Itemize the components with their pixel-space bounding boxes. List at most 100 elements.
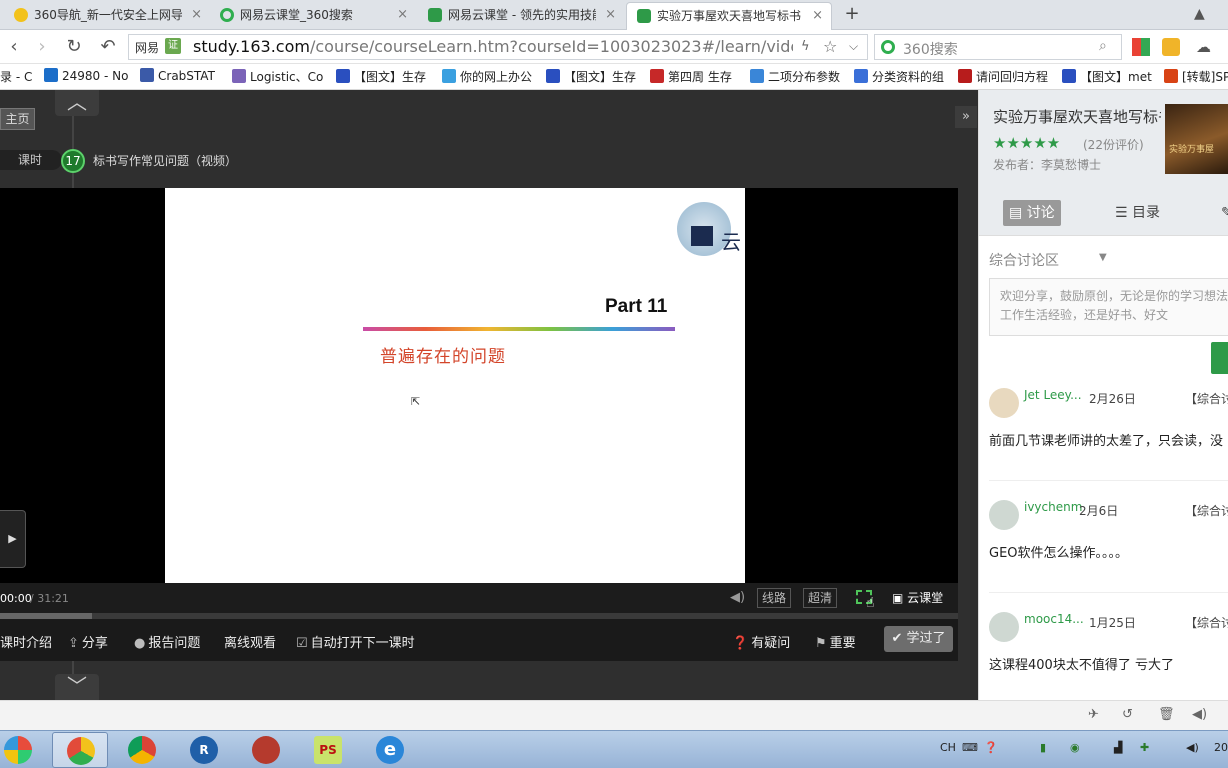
post-tag[interactable]: 【综合讨 [1185, 390, 1228, 407]
search-icon[interactable]: ⌕ [1099, 38, 1107, 54]
chevron-down-icon[interactable]: ⌵ [849, 39, 858, 54]
help-icon[interactable]: ❓ [984, 741, 998, 754]
apps-grid-icon[interactable] [1132, 38, 1150, 56]
forward-button[interactable]: › [30, 35, 54, 59]
route-button[interactable]: 线路 [757, 588, 791, 608]
important-link[interactable]: ⚑ 重要 [815, 632, 856, 651]
browser-tab-4-active[interactable]: 实验万事屋欢天喜地写标书 × [626, 2, 832, 30]
offline-link[interactable]: 离线观看 [224, 632, 276, 651]
bookmark-item[interactable]: 第四周 生存 [650, 68, 732, 85]
taskbar-ie[interactable]: e [362, 732, 418, 768]
report-link[interactable]: ● 报告问题 [134, 632, 200, 651]
lesson-intro-link[interactable]: 课时介绍 [0, 632, 52, 651]
autoplay-checkbox[interactable]: ☑ 自动打开下一课时 [296, 632, 415, 651]
bookmark-item[interactable]: [转载]SP [1164, 68, 1228, 85]
refresh-circle-icon[interactable]: ↺ [1122, 707, 1133, 722]
volume-icon[interactable]: ◀) [730, 590, 745, 605]
network-icon[interactable]: ▟ [1114, 741, 1122, 754]
skin-icon[interactable]: ▲ [1194, 6, 1205, 22]
add-icon[interactable]: ✚ [1140, 741, 1149, 754]
volume-icon[interactable]: ◀) [1186, 741, 1199, 754]
browser-tab-3[interactable]: 网易云课堂 - 领先的实用技能学习平台 × [418, 2, 624, 30]
bookmark-item[interactable]: 录 - C [0, 68, 32, 85]
bookmark-item[interactable]: 二项分布参数 [750, 68, 840, 85]
tab-notes[interactable]: ✎ [1215, 200, 1228, 226]
collapse-panel-icon[interactable]: » [955, 106, 977, 128]
trash-icon[interactable]: 🗑 [1158, 707, 1175, 722]
security-icon[interactable]: ◉ [1070, 741, 1080, 754]
lightning-icon[interactable]: ϟ [801, 39, 810, 54]
quality-button[interactable]: 超清 [803, 588, 837, 608]
keyboard-icon[interactable]: ⌨ [962, 741, 978, 754]
pin-icon[interactable]: ✈ [1088, 707, 1099, 722]
address-bar[interactable]: 网易 证 study.163.com/course/courseLearn.ht… [128, 34, 868, 60]
taskbar-360-browser[interactable] [52, 732, 108, 768]
chevron-down-icon[interactable]: ﹀ [55, 674, 99, 700]
post-author[interactable]: ivychenm [1024, 500, 1082, 514]
forum-select[interactable]: 综合讨论区 [989, 250, 1059, 270]
bookmark-item[interactable]: 【图文】met [1062, 68, 1152, 85]
clock[interactable]: 20 [1214, 741, 1228, 754]
extension-icon[interactable] [1162, 38, 1180, 56]
bookmark-item[interactable]: 分类资料的组 [854, 68, 944, 85]
language-indicator[interactable]: CH [940, 741, 956, 754]
taskbar-r[interactable]: R [176, 732, 232, 768]
verified-shield-icon[interactable]: 证 [165, 38, 181, 54]
bookmark-item[interactable]: 你的网上办公 [442, 68, 532, 85]
post-author[interactable]: mooc14... [1024, 612, 1084, 626]
close-tab-icon[interactable]: × [191, 2, 202, 28]
tab-discuss[interactable]: ▤ 讨论 [1003, 200, 1061, 226]
close-tab-icon[interactable]: × [812, 3, 823, 29]
star-bookmark-icon[interactable]: ☆ [823, 37, 837, 56]
speaker-icon[interactable]: ◀) [1192, 707, 1207, 722]
taskbar-app[interactable] [238, 732, 294, 768]
bookmark-item[interactable]: 24980 - No [44, 68, 128, 83]
back-button[interactable]: ‹ [2, 35, 26, 59]
post-tag[interactable]: 【综合讨 [1185, 614, 1228, 631]
bookmark-item[interactable]: Logistic、Co [232, 68, 323, 85]
share-link[interactable]: ⇪ 分享 [68, 632, 108, 651]
post-tag[interactable]: 【综合讨 [1185, 502, 1228, 519]
post-text[interactable]: GEO软件怎么操作。。。。 [989, 542, 1228, 561]
discuss-icon: ▤ [1009, 205, 1027, 221]
question-link[interactable]: ❓ 有疑问 [732, 632, 790, 651]
reload-icon[interactable]: ↻ [62, 35, 86, 59]
video-player[interactable]: 云 Part 11 普遍存在的问题 ⇱ ▶ [0, 188, 958, 583]
cloud-sync-icon[interactable]: ☁ [1196, 38, 1214, 56]
battery-icon[interactable]: ▮ [1040, 741, 1046, 754]
chevron-up-icon[interactable]: ︿ [55, 90, 99, 116]
taskbar-chrome[interactable] [114, 732, 170, 768]
rating-count[interactable]: (22份评价) [1083, 136, 1144, 153]
learned-button[interactable]: ✔ 学过了 [884, 626, 953, 652]
undo-close-icon[interactable]: ↶ [96, 35, 120, 59]
browser-tab-2[interactable]: 网易云课堂_360搜索 × [210, 2, 416, 30]
chevron-down-icon[interactable]: ▼ [1099, 252, 1107, 263]
avatar[interactable] [989, 612, 1019, 642]
close-tab-icon[interactable]: × [397, 2, 408, 28]
url-text[interactable]: study.163.com/course/courseLearn.htm?cou… [193, 37, 793, 56]
start-button[interactable] [0, 732, 46, 768]
bookmark-item[interactable]: CrabSTAT [140, 68, 215, 83]
browser-tab-1[interactable]: 360导航_新一代安全上网导航 × [4, 2, 210, 30]
ie-icon: e [376, 736, 404, 764]
bookmark-item[interactable]: 请问回归方程 [958, 68, 1048, 85]
course-thumbnail[interactable] [1165, 104, 1228, 174]
search-input[interactable]: 360搜索 ⌕ [874, 34, 1122, 60]
new-tab-button[interactable]: + [842, 3, 862, 25]
close-tab-icon[interactable]: × [605, 2, 616, 28]
taskbar-ps[interactable]: PS [300, 732, 356, 768]
tab-catalog[interactable]: ☰ 目录 [1109, 200, 1166, 226]
comment-input[interactable]: 欢迎分享，鼓励原创，无论是你的学习想法、工作生活经验，还是好书、好文 [989, 278, 1228, 336]
bookmark-item[interactable]: 【图文】生存 [336, 68, 426, 85]
tab-title: 网易云课堂_360搜索 [240, 8, 353, 22]
post-text[interactable]: 前面几节课老师讲的太差了，只会读，没 [989, 430, 1228, 449]
play-icon[interactable]: ▶ [0, 510, 26, 568]
post-author[interactable]: Jet Leey... [1024, 388, 1082, 402]
avatar[interactable] [989, 388, 1019, 418]
home-button[interactable]: 主页 [0, 108, 35, 130]
course-title[interactable]: 实验万事屋欢天喜地写标书 [993, 106, 1161, 127]
avatar[interactable] [989, 500, 1019, 530]
post-button[interactable] [1211, 342, 1228, 374]
bookmark-item[interactable]: 【图文】生存 [546, 68, 636, 85]
post-text[interactable]: 这课程400块太不值得了 亏大了 [989, 654, 1228, 673]
